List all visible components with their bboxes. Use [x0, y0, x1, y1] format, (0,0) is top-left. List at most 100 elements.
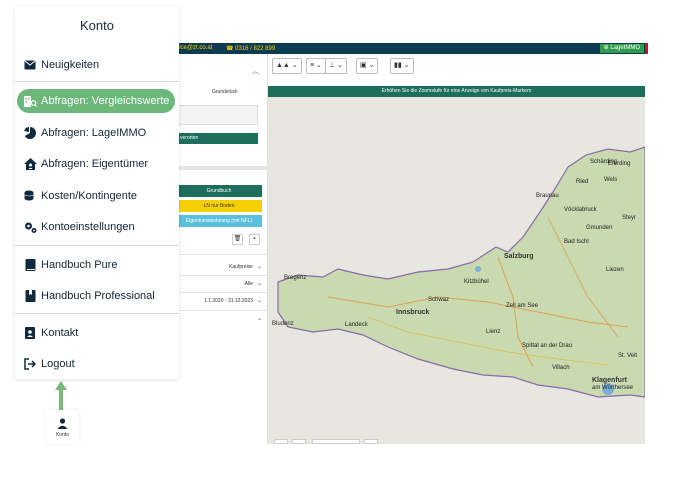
- map-label-innsbruck: Innsbruck: [396, 309, 430, 316]
- map-label-schwaz: Schwaz: [428, 297, 450, 303]
- menu-item-label: Neuigkeiten: [41, 59, 100, 71]
- address-field[interactable]: [176, 105, 258, 125]
- menu-item-label: Abfragen: LageIMMO: [41, 127, 147, 139]
- menu-item-handbuch-professional[interactable]: Handbuch Professional: [23, 284, 175, 308]
- fullscreen-button[interactable]: [364, 439, 378, 444]
- gears-icon: [23, 220, 37, 234]
- chevron-down-icon: ⌄: [256, 281, 262, 287]
- more-filter-select[interactable]: ⌄: [172, 315, 262, 322]
- panel-divider: [172, 275, 268, 276]
- menu-item-logout[interactable]: Logout: [23, 352, 175, 376]
- grundbuch-button[interactable]: Grundbuch: [176, 185, 262, 197]
- konto-nav-button[interactable]: Konto: [46, 410, 79, 444]
- map-label-bludenz: Bludenz: [272, 321, 294, 327]
- menu-item-neuigkeiten[interactable]: Neuigkeiten: [23, 53, 175, 77]
- trash-icon[interactable]: 🗑: [232, 234, 243, 245]
- menu-item-kontoeinstellungen[interactable]: Kontoeinstellungen: [23, 215, 175, 239]
- map-label-vocklabruck: Vöcklabruck: [564, 207, 597, 213]
- menu-item-label: Kontoeinstellungen: [41, 221, 135, 233]
- konto-nav-label: Konto: [55, 432, 70, 438]
- map-label-ried: Ried: [576, 179, 589, 185]
- panel-divider: [172, 292, 268, 293]
- map-label-wels: Wels: [604, 177, 618, 183]
- map-label-villach: Villach: [552, 365, 570, 371]
- panel-separator: [172, 166, 268, 170]
- menu-item-label: Kosten/Kontingente: [41, 190, 138, 202]
- map-marker-icon: ▲▲: [276, 62, 290, 69]
- chart-select[interactable]: ▮▮ ⌄: [390, 58, 414, 74]
- panel-divider: [172, 310, 268, 311]
- menu-title: Konto: [80, 18, 114, 33]
- map-label-braunau: Braunau: [536, 193, 559, 199]
- menu-item-handbuch-pure[interactable]: Handbuch Pure: [23, 253, 175, 277]
- top-accent-bar: [645, 43, 648, 54]
- price-layer-select[interactable]: ≡ ⌄: [306, 58, 326, 74]
- map-label-liezen: Liezen: [606, 267, 624, 273]
- user-icon: [57, 418, 68, 429]
- save-icon[interactable]: ▪: [249, 234, 260, 245]
- filter-panel: ︿ Grundstück verorten Grundbuch LN nur B…: [172, 54, 268, 444]
- kaufpreise-value: Kaufpreise: [229, 264, 253, 270]
- map-scale-control[interactable]: [312, 439, 360, 444]
- menu-divider: [15, 313, 179, 314]
- bar-chart-icon: ▮▮: [394, 62, 402, 69]
- copy-layer-select[interactable]: ▣ ⌄: [356, 58, 379, 74]
- menu-item-kosten-kontingente[interactable]: Kosten/Kontingente: [23, 184, 175, 208]
- alle-select[interactable]: Alle ⌄: [172, 280, 262, 287]
- contact-email[interactable]: ffice@zt.co.at: [176, 45, 212, 51]
- building-search-icon: [23, 94, 37, 108]
- zeitraum-value: 1.1.2020 - 31.12.2023: [204, 298, 253, 304]
- map-label-spittal: Spittal an der Drau: [522, 343, 573, 349]
- konto-menu: Konto Neuigkeiten Abfragen: Vergleichswe…: [15, 7, 179, 379]
- austria-map-shape: [277, 146, 645, 398]
- menu-item-abfragen-eigentuemer[interactable]: Abfragen: Eigentümer: [23, 152, 175, 176]
- coins-icon: [23, 189, 37, 203]
- map-layer-select[interactable]: ▲▲ ⌄: [272, 58, 302, 74]
- eigentumswohnung-button[interactable]: Eigentumswohnung (mit NFL): [176, 215, 262, 227]
- zoom-in-button[interactable]: [292, 439, 306, 444]
- menu-item-label: Kontakt: [41, 327, 79, 339]
- menu-item-label: Logout: [41, 358, 75, 370]
- map-label-salzburg: Salzburg: [504, 253, 534, 260]
- verorten-button[interactable]: verorten: [176, 133, 258, 144]
- zoom-notice: Erhöhen Sie die Zoomstufe für eine Anzei…: [268, 86, 645, 97]
- menu-item-label: Abfragen: Vergleichswerte: [41, 95, 170, 107]
- map-label-bregenz: Bregenz: [284, 275, 307, 281]
- book-bookmark-icon: [23, 289, 37, 303]
- zoom-out-button[interactable]: [274, 439, 288, 444]
- address-book-icon: [23, 326, 37, 340]
- kaufpreise-select[interactable]: Kaufpreise ⌄: [172, 263, 262, 270]
- app-screen: ffice@zt.co.at ☎ 0316 / 822 899 ⊕ LageIM…: [0, 0, 689, 490]
- grundstueck-label: Grundstück: [212, 89, 238, 95]
- map-label-zell-am-see: Zell am See: [506, 303, 539, 309]
- map-label-landeck: Landeck: [345, 322, 368, 328]
- menu-divider: [15, 245, 179, 246]
- chevron-up-icon[interactable]: ︿: [252, 66, 259, 76]
- map-label-klagenfurt: Klagenfurt: [592, 377, 627, 384]
- chevron-down-icon: ⌄: [256, 298, 262, 304]
- map-label-gmunden: Gmunden: [586, 225, 613, 231]
- clone-icon: ▣: [360, 62, 367, 69]
- menu-item-kontakt[interactable]: Kontakt: [23, 321, 175, 345]
- menu-item-abfragen-lageimmo[interactable]: Abfragen: LageIMMO: [23, 121, 175, 145]
- envelope-icon: [23, 58, 37, 72]
- sitemap-icon: ⊥: [329, 62, 336, 69]
- chevron-down-icon: ⌄: [256, 316, 262, 322]
- brand-label: LageIMMO: [610, 45, 640, 51]
- database-icon: ≡: [310, 62, 315, 69]
- map-label-kitzbuehel: Kitzbühel: [464, 279, 489, 285]
- menu-item-label: Abfragen: Eigentümer: [41, 158, 149, 170]
- map-label-lienz: Lienz: [486, 329, 501, 335]
- ln-nur-boden-button[interactable]: LN nur Boden: [176, 200, 262, 212]
- panel-divider: [172, 254, 268, 255]
- lageimmo-brand-button[interactable]: ⊕ LageIMMO: [599, 44, 644, 53]
- contact-phone[interactable]: ☎ 0316 / 822 899: [226, 45, 275, 52]
- menu-divider: [15, 81, 179, 82]
- menu-item-abfragen-vergleichswerte[interactable]: Abfragen: Vergleichswerte: [17, 89, 175, 113]
- hierarchy-select[interactable]: ⊥ ⌄: [325, 58, 347, 74]
- logout-icon: [23, 357, 37, 371]
- pie-chart-icon: [23, 126, 37, 140]
- zeitraum-select[interactable]: 1.1.2020 - 31.12.2023 ⌄: [172, 297, 262, 304]
- map-view[interactable]: Salzburg Bregenz Innsbruck Landeck Klage…: [268, 97, 645, 444]
- book-icon: [23, 258, 37, 272]
